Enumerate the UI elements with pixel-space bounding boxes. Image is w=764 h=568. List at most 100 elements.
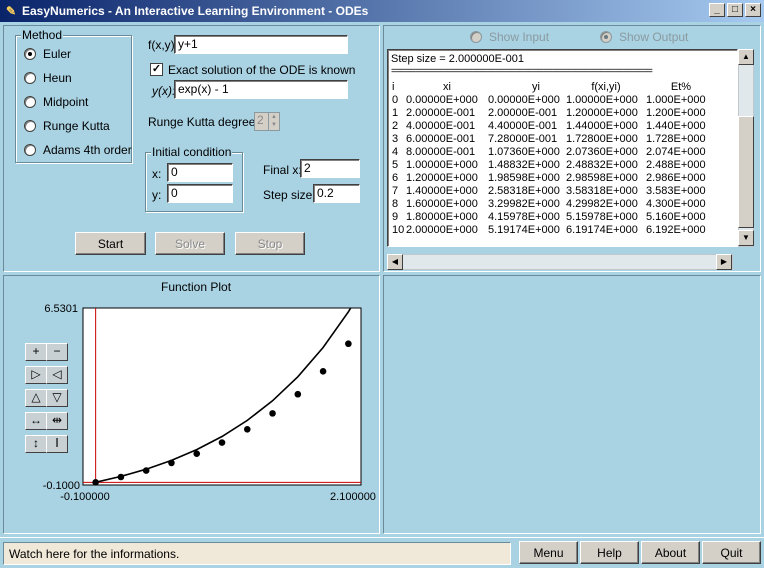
table-cell: 6 [392,171,399,184]
yx-input[interactable]: exp(x) - 1 [174,80,348,99]
table-cell: 1.20000E+000 [566,106,638,119]
spinner-arrows-icon[interactable]: ▲ ▼ [268,113,279,130]
euler-point [193,450,201,457]
radio-indicator[interactable] [24,144,36,156]
table-cell: 5 [392,158,399,171]
table-cell: 3.583E+000 [646,184,706,197]
radio-indicator[interactable] [24,96,36,108]
table-cell: 1.72800E+000 [566,132,638,145]
status-message: Watch here for the informations. [3,542,511,565]
start-button[interactable]: Start [75,232,146,255]
radio-indicator[interactable] [24,72,36,84]
vertical-scroll-thumb[interactable] [738,116,754,228]
table-cell: 3.58318E+000 [566,184,638,197]
table-row: 10 2.00000E+000 5.19174E+000 6.19174E+000 6.… [392,223,716,236]
scroll-up-icon[interactable]: ▲ [738,49,754,65]
scroll-down-icon[interactable]: ▼ [738,230,754,246]
table-cell: 2.074E+000 [646,145,706,158]
table-cell: 1.98598E+000 [488,171,560,184]
table-row: 5 1.00000E+000 1.48832E+000 2.48832E+000 2.4… [392,158,716,171]
table-cell: 1.20000E+000 [406,171,478,184]
table-cell: 5.160E+000 [646,210,706,223]
table-cell: 1.000E+000 [646,93,706,106]
rk-degree-value: 2 [257,113,264,127]
show-output-radio[interactable]: Show Output [600,30,688,44]
table-row: 7 1.40000E+000 2.58318E+000 3.58318E+000 3.5… [392,184,716,197]
table-cell: 2.58318E+000 [488,184,560,197]
euler-point [269,410,276,417]
title-bar: ✎ EasyNumerics - An Interactive Learning… [0,0,764,22]
table-cell: 4.300E+000 [646,197,706,210]
table-cell: 4.40000E-001 [488,119,558,132]
radio-indicator[interactable] [24,120,36,132]
table-cell: 4.00000E-001 [406,119,476,132]
rk-degree-spinner[interactable]: 2 ▲ ▼ [254,112,280,131]
table-cell: 0.00000E+000 [488,93,560,106]
table-row: 6 1.20000E+000 1.98598E+000 2.98598E+000 2.9… [392,171,716,184]
help-button[interactable]: Help [580,541,639,564]
method-heun-radio[interactable]: Heun [24,71,72,85]
menu-button[interactable]: Menu [519,541,578,564]
y-max-label: 6.5301 [44,303,78,315]
table-cell: 6.00000E-001 [406,132,476,145]
scroll-right-icon[interactable]: ▶ [716,254,732,270]
step-size-input[interactable]: 0.2 [313,184,360,203]
table-cell: 1.07360E+000 [488,145,560,158]
results-table: i xi yi f(xi,yi) Et% 0 0.00000E+000 0.0000… [392,80,716,236]
initial-y-input[interactable]: 0 [167,184,233,203]
stop-button[interactable]: Stop [235,232,305,255]
scroll-left-icon[interactable]: ◀ [387,254,403,270]
close-button[interactable]: × [745,3,761,17]
output-textarea[interactable]: Step size = 2.000000E-001 ==============… [387,49,738,247]
euler-point [243,426,251,433]
radio-indicator[interactable] [24,48,36,60]
method-midpoint-radio[interactable]: Midpoint [24,95,88,109]
table-cell: 4 [392,145,399,158]
method-runge-kutta-radio[interactable]: Runge Kutta [24,119,110,133]
euler-point [92,479,99,486]
solve-button[interactable]: Solve [155,232,225,255]
euler-point [117,473,125,481]
euler-point [345,340,352,348]
show-input-radio[interactable]: Show Input [470,30,549,44]
about-button[interactable]: About [641,541,700,564]
table-row: 9 1.80000E+000 4.15978E+000 5.15978E+000 5.1… [392,210,716,223]
fxy-input[interactable]: y+1 [174,35,348,54]
window-title: EasyNumerics - An Interactive Learning E… [22,4,369,18]
table-row: 4 8.00000E-001 1.07360E+000 2.07360E+000 2.0… [392,145,716,158]
plot-area [82,307,362,486]
col-header-i: i [392,80,395,93]
yx-label: y(x): [152,84,176,98]
table-cell: 2.986E+000 [646,171,706,184]
method-euler-radio[interactable]: Euler [24,47,71,61]
table-cell: 4.29982E+000 [566,197,638,210]
output-horizontal-scrollbar[interactable]: ◀ ▶ [387,254,733,270]
table-row: 1 2.00000E-001 2.00000E-001 1.20000E+000 1.2… [392,106,716,119]
exact-solution-checkbox[interactable]: ✓ [150,63,163,76]
table-cell: 5.19174E+000 [488,223,560,236]
table-cell: 4.15978E+000 [488,210,560,223]
output-separator: ========================================… [391,66,653,77]
table-cell: 1.44000E+000 [566,119,638,132]
col-header-yi: yi [532,80,540,93]
final-x-input[interactable]: 2 [300,159,360,178]
quit-button[interactable]: Quit [702,541,761,564]
maximize-button[interactable]: □ [727,3,743,17]
table-cell: 10 [392,223,405,236]
table-cell: 1.728E+000 [646,132,706,145]
output-vertical-scrollbar[interactable]: ▲ ▼ [738,49,754,247]
minimize-button[interactable]: _ [709,3,725,17]
table-cell: 0 [392,93,399,106]
radio-indicator[interactable] [470,31,482,43]
table-cell: 1 [392,106,399,119]
euler-point [168,459,175,467]
initial-x-input[interactable]: 0 [167,163,233,182]
radio-indicator[interactable] [600,31,612,43]
table-cell: 1.60000E+000 [406,197,478,210]
table-row: 0 0.00000E+000 0.00000E+000 1.00000E+000 1.0… [392,93,716,106]
table-cell: 7 [392,184,399,197]
table-cell: 2.00000E-001 [406,106,476,119]
method-adams-radio[interactable]: Adams 4th order [24,143,132,157]
euler-point [218,439,226,446]
table-cell: 6.19174E+000 [566,223,638,236]
